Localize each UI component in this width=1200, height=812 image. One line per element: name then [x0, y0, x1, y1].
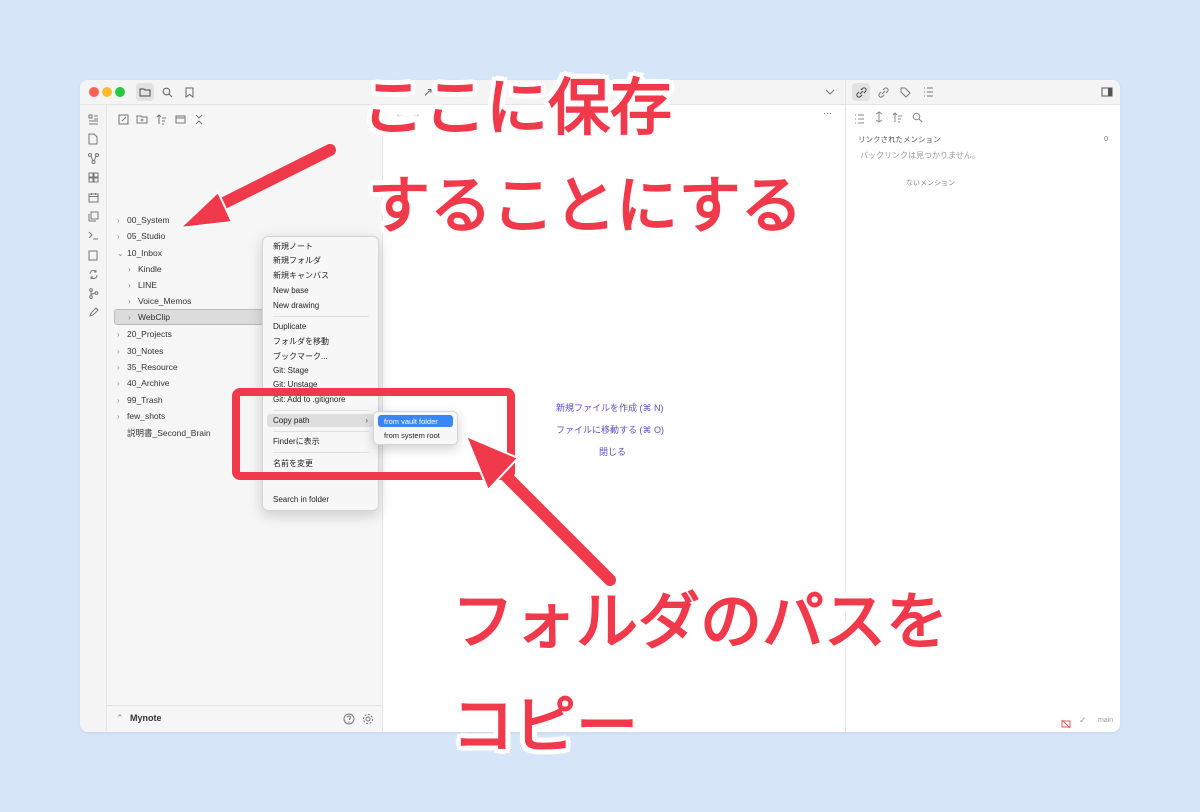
- callout-top-line2: することにする: [368, 169, 803, 242]
- callout-bottom-line2: コピー: [452, 689, 639, 762]
- callout-top-line1: ここに保存: [362, 71, 673, 144]
- arrow-to-webclip: [204, 144, 336, 216]
- arrow-to-copy-path: [494, 464, 616, 586]
- callout-bottom-line1: フォルダのパスを: [452, 585, 949, 658]
